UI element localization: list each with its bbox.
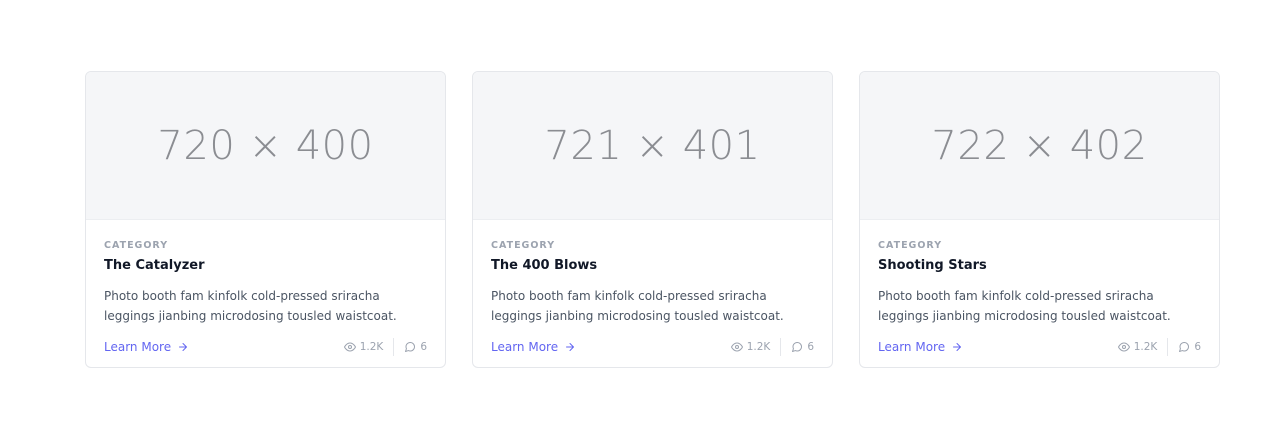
eye-icon	[730, 342, 743, 352]
views-count: 1.2K	[746, 341, 771, 353]
views-stat: 1.2K	[730, 341, 771, 353]
comments-stat: 6	[404, 341, 427, 353]
card-grid: 720 × 400 CATEGORY The Catalyzer Photo b…	[85, 71, 1220, 368]
learn-more-link[interactable]: Learn More	[878, 340, 963, 354]
card-description: Photo booth fam kinfolk cold-pressed sri…	[104, 289, 397, 323]
comment-icon	[1179, 341, 1190, 352]
views-count: 1.2K	[1133, 341, 1158, 353]
stats-divider	[1167, 338, 1169, 356]
card-category: CATEGORY	[491, 240, 556, 251]
stats-divider	[780, 338, 782, 356]
image-dimensions-label: 722 × 402	[931, 122, 1148, 169]
comments-count: 6	[807, 341, 814, 353]
views-stat: 1.2K	[1117, 341, 1158, 353]
card-body: CATEGORY The Catalyzer Photo booth fam k…	[86, 220, 445, 360]
eye-icon	[1117, 342, 1130, 352]
blog-card: 720 × 400 CATEGORY The Catalyzer Photo b…	[85, 71, 446, 368]
eye-icon	[343, 342, 356, 352]
learn-more-link[interactable]: Learn More	[104, 340, 189, 354]
card-description: Photo booth fam kinfolk cold-pressed sri…	[878, 289, 1171, 323]
card-title: The Catalyzer	[104, 258, 205, 273]
card-description: Photo booth fam kinfolk cold-pressed sri…	[491, 289, 784, 323]
card-footer: Learn More 1.2K 6	[878, 334, 1201, 360]
card-stats: 1.2K 6	[730, 338, 814, 356]
card-body: CATEGORY Shooting Stars Photo booth fam …	[860, 220, 1219, 360]
card-title: Shooting Stars	[878, 258, 987, 273]
card-image-placeholder: 721 × 401	[473, 72, 832, 220]
image-dimensions-label: 721 × 401	[544, 122, 761, 169]
comment-icon	[405, 341, 416, 352]
card-image-placeholder: 722 × 402	[860, 72, 1219, 220]
arrow-right-icon	[953, 343, 962, 351]
card-footer: Learn More 1.2K 6	[104, 334, 427, 360]
comment-icon	[792, 341, 803, 352]
learn-more-label: Learn More	[878, 340, 946, 354]
card-category: CATEGORY	[104, 240, 169, 251]
card-title: The 400 Blows	[491, 258, 598, 273]
learn-more-label: Learn More	[491, 340, 559, 354]
arrow-right-icon	[179, 343, 188, 351]
card-image-placeholder: 720 × 400	[86, 72, 445, 220]
comments-count: 6	[420, 341, 427, 353]
card-stats: 1.2K 6	[1117, 338, 1201, 356]
image-dimensions-label: 720 × 400	[157, 122, 374, 169]
comments-stat: 6	[1178, 341, 1201, 353]
comments-count: 6	[1194, 341, 1201, 353]
comments-stat: 6	[791, 341, 814, 353]
views-count: 1.2K	[359, 341, 384, 353]
blog-card: 722 × 402 CATEGORY Shooting Stars Photo …	[859, 71, 1220, 368]
learn-more-link[interactable]: Learn More	[491, 340, 576, 354]
card-footer: Learn More 1.2K 6	[491, 334, 814, 360]
learn-more-label: Learn More	[104, 340, 172, 354]
arrow-right-icon	[566, 343, 575, 351]
card-category: CATEGORY	[878, 240, 943, 251]
card-body: CATEGORY The 400 Blows Photo booth fam k…	[473, 220, 832, 360]
blog-card: 721 × 401 CATEGORY The 400 Blows Photo b…	[472, 71, 833, 368]
card-stats: 1.2K 6	[343, 338, 427, 356]
views-stat: 1.2K	[343, 341, 384, 353]
stats-divider	[393, 338, 395, 356]
